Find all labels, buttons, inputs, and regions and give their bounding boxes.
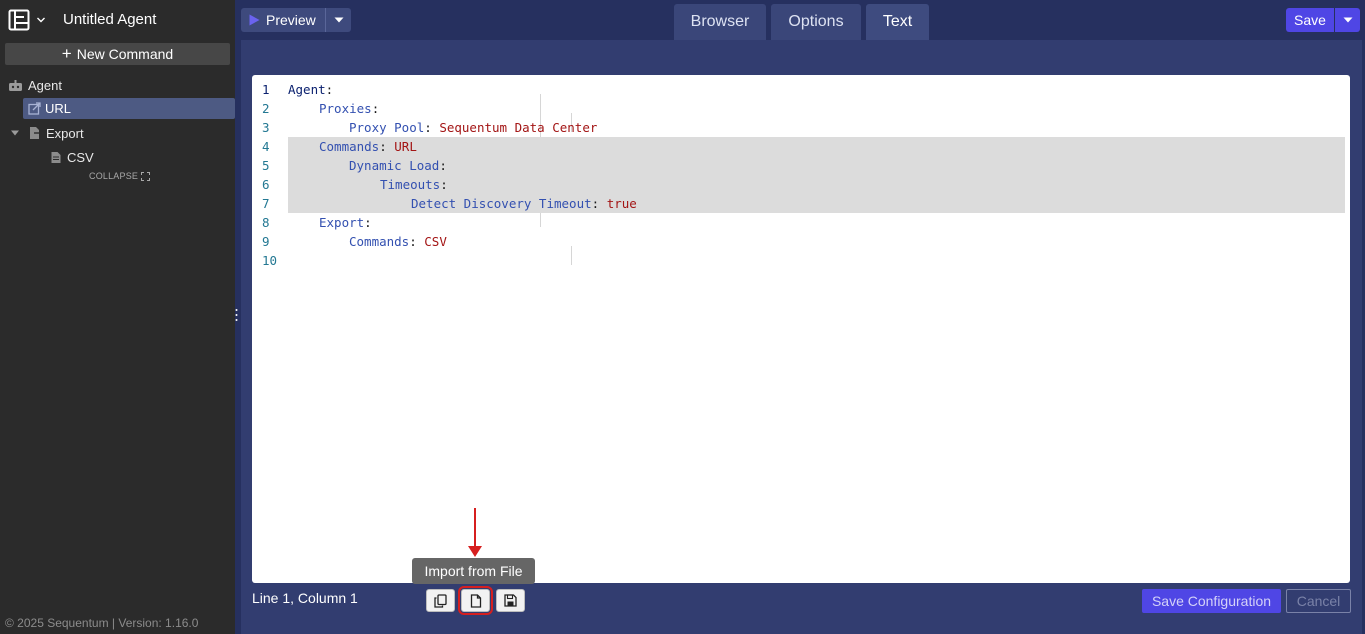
version-footer: © 2025 Sequentum | Version: 1.16.0 bbox=[5, 616, 199, 630]
sidebar-resize-handle[interactable] bbox=[235, 307, 238, 323]
yaml-key: Detect Discovery Timeout bbox=[411, 196, 592, 211]
yaml-value: URL bbox=[394, 139, 417, 154]
line-number: 9 bbox=[262, 234, 270, 249]
plus-icon: + bbox=[61, 43, 72, 63]
expand-corners-icon bbox=[141, 171, 151, 181]
yaml-key: Proxies bbox=[319, 101, 372, 116]
code-line: 8 Export: bbox=[262, 215, 372, 230]
caret-down-icon bbox=[1343, 17, 1352, 23]
copy-button[interactable] bbox=[426, 589, 455, 612]
tab-browser[interactable]: Browser bbox=[674, 4, 766, 40]
tree-item-csv[interactable]: CSV bbox=[50, 148, 94, 166]
code-line-highlighted: 4 Commands: URL bbox=[252, 137, 1350, 156]
save-configuration-button[interactable]: Save Configuration bbox=[1142, 589, 1281, 613]
new-command-label: New Command bbox=[76, 46, 174, 62]
line-number: 3 bbox=[262, 120, 270, 135]
agent-title[interactable]: Untitled Agent bbox=[63, 11, 156, 28]
yaml-key: Dynamic Load bbox=[349, 158, 440, 173]
line-number: 5 bbox=[262, 158, 270, 173]
tree-item-label: Agent bbox=[28, 77, 62, 93]
annotation-arrow-icon bbox=[468, 508, 482, 557]
line-number: 4 bbox=[262, 139, 270, 154]
code-line: 3 Proxy Pool: Sequentum Data Center bbox=[262, 120, 598, 135]
import-from-file-button[interactable] bbox=[458, 586, 493, 615]
code-line: 9 Commands: CSV bbox=[262, 234, 447, 249]
yaml-key: Commands bbox=[319, 139, 380, 154]
tree-item-label: URL bbox=[45, 101, 72, 116]
sequentum-logo-icon bbox=[8, 9, 30, 31]
csv-file-icon bbox=[51, 151, 61, 163]
code-line-highlighted: 5 Dynamic Load: bbox=[252, 156, 1350, 175]
external-link-icon bbox=[28, 102, 41, 115]
preview-label: Preview bbox=[266, 12, 316, 28]
copy-icon bbox=[434, 593, 447, 608]
preview-button[interactable]: Preview bbox=[241, 8, 325, 32]
tab-text[interactable]: Text bbox=[866, 4, 929, 40]
export-file-icon bbox=[30, 127, 40, 139]
collapse-label: COLLAPSE bbox=[89, 171, 139, 181]
tree-item-label: Export bbox=[46, 125, 84, 141]
caret-down-icon bbox=[334, 17, 343, 23]
tab-options[interactable]: Options bbox=[771, 4, 861, 40]
save-to-file-button[interactable] bbox=[496, 589, 525, 612]
tree-item-export[interactable]: Export bbox=[10, 124, 84, 142]
line-number: 1 bbox=[262, 82, 270, 97]
import-tooltip: Import from File bbox=[412, 558, 535, 584]
sidebar: Untitled Agent + New Command Agent URL E… bbox=[0, 0, 235, 634]
line-number: 8 bbox=[262, 215, 270, 230]
yaml-key: Agent bbox=[288, 82, 326, 97]
tree-item-url[interactable]: URL bbox=[23, 98, 235, 119]
caret-down-icon[interactable] bbox=[10, 129, 20, 137]
brand-menu[interactable] bbox=[8, 8, 46, 32]
code-line: 1 Agent: bbox=[262, 82, 334, 97]
save-dropdown-button[interactable] bbox=[1335, 8, 1360, 32]
new-command-button[interactable]: + New Command bbox=[5, 43, 230, 65]
preview-dropdown-button[interactable] bbox=[325, 8, 351, 32]
yaml-value: Sequentum Data Center bbox=[439, 120, 598, 135]
tree-item-agent[interactable]: Agent bbox=[8, 77, 62, 93]
line-number: 7 bbox=[262, 196, 270, 211]
tree-item-label: CSV bbox=[67, 149, 94, 165]
collapse-button[interactable]: COLLAPSE bbox=[89, 171, 151, 181]
yaml-value: CSV bbox=[424, 234, 447, 249]
line-number: 6 bbox=[262, 177, 270, 192]
cancel-button[interactable]: Cancel bbox=[1286, 589, 1351, 613]
chevron-down-icon bbox=[37, 17, 45, 23]
yaml-key: Timeouts bbox=[380, 177, 441, 192]
code-line: 2 Proxies: bbox=[262, 101, 380, 116]
code-line-highlighted: 6 Timeouts: bbox=[252, 175, 1350, 194]
code-line: 10 bbox=[252, 251, 1350, 270]
yaml-key: Proxy Pool bbox=[349, 120, 425, 135]
play-icon bbox=[249, 14, 260, 26]
line-number: 2 bbox=[262, 101, 270, 116]
app-root: Untitled Agent + New Command Agent URL E… bbox=[0, 0, 1365, 634]
file-icon bbox=[470, 593, 481, 608]
yaml-key: Commands bbox=[349, 234, 410, 249]
save-button[interactable]: Save bbox=[1286, 8, 1334, 32]
yaml-value: true bbox=[606, 196, 637, 211]
line-number: 10 bbox=[262, 253, 278, 268]
cursor-position-status: Line 1, Column 1 bbox=[252, 590, 358, 606]
code-line-highlighted: 7 Detect Discovery Timeout: true bbox=[252, 194, 1350, 213]
floppy-disk-icon bbox=[504, 594, 517, 607]
robot-icon bbox=[9, 79, 22, 91]
yaml-key: Export bbox=[319, 215, 365, 230]
code-editor[interactable]: 1 Agent: 2 Proxies: 3 Proxy Pool: Sequen… bbox=[252, 75, 1350, 583]
